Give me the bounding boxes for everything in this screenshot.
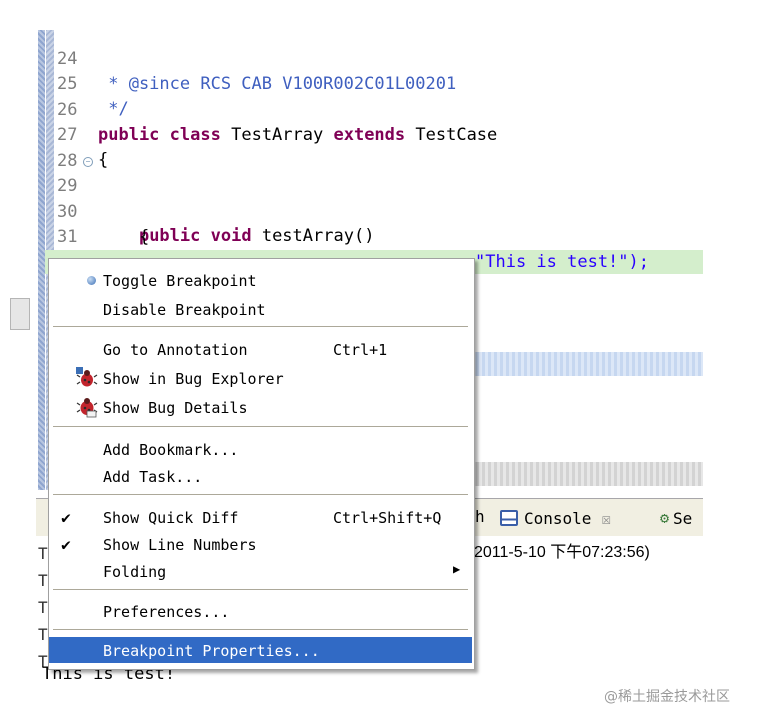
menu-item-label: Show Line Numbers [103,536,257,554]
code-line: 32 { [55,226,703,262]
menu-separator [53,494,468,496]
code-line: 30 { [55,175,703,247]
tab-search[interactable]: ⚙ Se [660,505,692,531]
string-literal: "This is test!"); [475,252,649,272]
code-line: 25 */ [55,47,703,119]
menu-item-toggle-breakpoint[interactable]: Toggle Breakpoint [49,267,472,293]
console-launch-info: 2011-5-10 下午07:23:56) [474,544,650,561]
menu-item-label: Folding [103,563,167,581]
code-line: 24 * @since RCS CAB V100R002C01L00201 [55,22,703,94]
menu-item-label: Disable Breakpoint [103,301,266,319]
console-icon [500,510,518,526]
overview-ruler [38,30,45,490]
checkmark-icon: ✔ [61,508,71,527]
menu-item-show-in-bug-explorer[interactable]: Show in Bug Explorer [49,365,472,391]
menu-separator [53,629,468,631]
menu-item-shortcut: Ctrl+Shift+Q [333,509,442,527]
code-line: 29 − public void testArray() [55,149,703,246]
close-icon[interactable]: ☒ [601,509,611,528]
code-line: 28 [55,124,703,171]
menu-item-shortcut: Ctrl+1 [333,341,388,359]
menu-item-label: Show Quick Diff [103,509,239,527]
menu-item-label: Preferences... [103,603,230,621]
tab-console-label: Console [524,508,592,528]
code-line: 27 { [55,98,703,170]
menu-item-label: Show Bug Details [103,399,248,417]
menu-item-show-bug-details[interactable]: Show Bug Details [49,394,472,420]
submenu-arrow-icon: ▶ [453,562,461,576]
code-line: 31 for (int i = 0; i < 1000; i++) [55,200,703,262]
checkmark-icon: ✔ [61,535,71,554]
menu-separator [53,326,468,328]
breakpoint-dot-icon [87,276,96,285]
collapse-icon[interactable]: − [83,157,93,167]
tab-console[interactable]: Console ☒ [500,505,611,531]
watermark: @稀土掘金技术社区 [604,689,730,705]
menu-item-preferences[interactable]: Preferences... [49,598,472,624]
menu-item-label: Toggle Breakpoint [103,272,257,290]
menu-item-breakpoint-properties[interactable]: Breakpoint Properties... [49,637,472,663]
context-menu: Toggle Breakpoint Disable Breakpoint Go … [48,258,475,670]
highlighted-code-text: "This is test!"); [475,250,649,274]
menu-item-folding[interactable]: Folding ▶ [49,558,472,584]
menu-item-label: Add Task... [103,468,203,486]
bug-icon [76,367,98,387]
menu-item-add-task[interactable]: Add Task... [49,463,472,489]
menu-item-label: Show in Bug Explorer [103,370,284,388]
menu-item-add-bookmark[interactable]: Add Bookmark... [49,436,472,462]
menu-item-label: Go to Annotation [103,341,248,359]
search-view-icon: ⚙ [660,509,670,527]
side-handle [10,298,30,330]
tab-search-label: Se [673,508,693,528]
menu-item-show-quick-diff[interactable]: ✔ Show Quick Diff Ctrl+Shift+Q [49,504,472,530]
code-editor[interactable]: 24 * @since RCS CAB V100R002C01L00201 25… [55,22,703,262]
menu-item-show-line-numbers[interactable]: ✔ Show Line Numbers [49,531,472,557]
menu-separator [53,589,468,591]
menu-item-label: Breakpoint Properties... [103,642,320,660]
outline-selection-band [470,352,703,376]
menu-separator [53,426,468,428]
menu-item-label: Add Bookmark... [103,441,239,459]
code-line: 26 public class TestArray extends TestCa… [55,73,703,145]
partial-tab-label[interactable]: h [475,507,485,526]
bug-details-icon [76,398,98,418]
menu-item-disable-breakpoint[interactable]: Disable Breakpoint [49,296,472,322]
menu-item-go-to-annotation[interactable]: Go to Annotation Ctrl+1 [49,336,472,362]
panel-scroll-band [470,462,703,486]
